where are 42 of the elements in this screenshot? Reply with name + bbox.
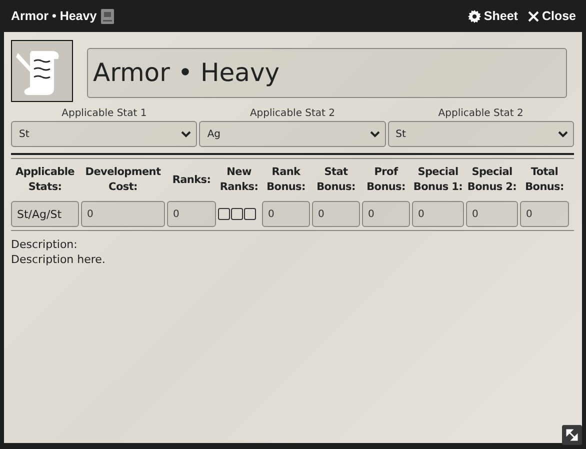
column-header: Rank Bonus:	[266, 165, 306, 195]
column-header: Special Bonus 2:	[466, 165, 518, 195]
column-header: Ranks:	[171, 172, 212, 188]
stat-select[interactable]: Ag	[199, 121, 386, 147]
close-link[interactable]: Close	[528, 9, 576, 23]
checkbox[interactable]	[244, 208, 256, 220]
stat-select[interactable]: St	[11, 121, 198, 147]
number-field[interactable]: 0	[466, 201, 518, 227]
column-header: New Ranks:	[218, 165, 260, 195]
column-header: Development Cost:	[84, 165, 162, 195]
book-icon	[100, 8, 114, 24]
select-label: Applicable Stat 2	[250, 108, 336, 119]
chevron-down-icon	[558, 130, 568, 138]
column-header: Applicable Stats:	[14, 165, 76, 195]
resize-handle[interactable]	[562, 425, 582, 445]
chevron-down-icon	[181, 130, 192, 138]
column-header: Total Bonus:	[524, 165, 565, 195]
number-field[interactable]: 0	[312, 201, 360, 227]
number-field[interactable]: 0	[520, 201, 569, 227]
number-field[interactable]: 0	[412, 201, 464, 227]
name-field[interactable]: Armor • Heavy	[87, 48, 567, 98]
column-header: Special Bonus 1:	[412, 165, 464, 195]
chevron-down-icon	[370, 130, 380, 138]
select-label: Applicable Stat 1	[62, 108, 147, 119]
number-field[interactable]: 0	[362, 201, 410, 227]
number-field[interactable]: 0	[81, 201, 165, 227]
column-header: Stat Bonus:	[316, 165, 356, 195]
window-title: Armor • Heavy	[11, 9, 97, 23]
stat-select[interactable]: St	[388, 121, 574, 147]
sheet-link[interactable]: Sheet	[468, 9, 518, 23]
checkbox[interactable]	[218, 208, 230, 220]
number-field[interactable]: 0	[262, 201, 310, 227]
column-header: Prof Bonus:	[366, 165, 406, 195]
close-icon	[528, 10, 539, 22]
description-label: Description:	[11, 237, 78, 252]
scroll-quill-icon[interactable]	[11, 40, 73, 102]
description-text: Description here.	[11, 252, 106, 267]
stats-field: St/Ag/St	[11, 201, 79, 227]
gear-icon	[468, 10, 481, 22]
select-label: Applicable Stat 2	[438, 108, 524, 119]
checkbox[interactable]	[231, 208, 243, 220]
number-field[interactable]: 0	[167, 201, 216, 227]
